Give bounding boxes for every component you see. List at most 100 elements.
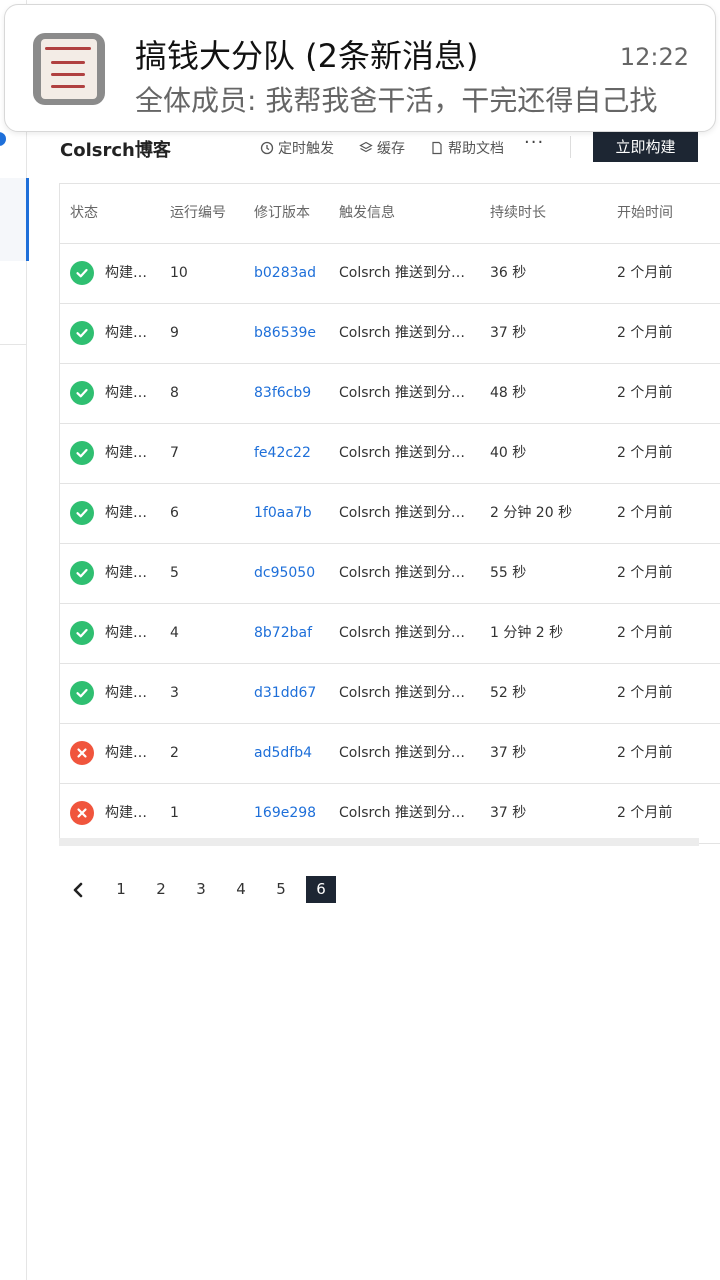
start-time: 2 个月前 <box>617 685 673 701</box>
status-text: 构建… <box>105 325 147 341</box>
notification-banner[interactable]: 搞钱大分队 (2条新消息) 全体成员: 我帮我爸干活，干完还得自己找 12:22 <box>4 4 716 132</box>
x-circle-icon <box>70 801 94 825</box>
project-toolbar: Colsrch博客 定时触发 缓存 帮助文档 ··· 立即构建 <box>60 130 700 164</box>
check-circle-icon <box>70 441 94 465</box>
run-number: 6 <box>170 505 179 521</box>
table-row[interactable]: 构建… 3 d31dd67 Colsrch 推送到分… 52 秒 2 个月前 <box>60 664 720 724</box>
page-6-button[interactable]: 6 <box>306 876 336 903</box>
layers-icon <box>359 141 373 153</box>
start-time: 2 个月前 <box>617 805 673 821</box>
duration: 52 秒 <box>490 685 527 701</box>
help-docs-label: 帮助文档 <box>448 141 504 157</box>
run-number: 5 <box>170 565 179 581</box>
start-time: 2 个月前 <box>617 445 673 461</box>
chevron-left-icon[interactable] <box>68 880 88 900</box>
more-options-icon[interactable]: ··· <box>524 132 544 153</box>
table-header-row: 状态 运行编号 修订版本 触发信息 持续时长 开始时间 <box>60 184 720 244</box>
run-number: 3 <box>170 685 179 701</box>
status-text: 构建… <box>105 745 147 761</box>
revision-link[interactable]: 83f6cb9 <box>254 364 334 423</box>
help-docs-button[interactable]: 帮助文档 <box>430 138 504 158</box>
start-time: 2 个月前 <box>617 745 673 761</box>
status-text: 构建… <box>105 565 147 581</box>
trigger-info: Colsrch 推送到分… <box>339 325 465 341</box>
page-5-button[interactable]: 5 <box>266 876 296 903</box>
run-number: 7 <box>170 445 179 461</box>
sidebar-indicator-dot <box>0 132 6 146</box>
duration: 2 分钟 20 秒 <box>490 505 573 521</box>
revision-link[interactable]: 8b72baf <box>254 604 334 663</box>
trigger-info: Colsrch 推送到分… <box>339 745 465 761</box>
start-time: 2 个月前 <box>617 505 673 521</box>
document-icon <box>432 141 442 155</box>
revision-link[interactable]: dc95050 <box>254 544 334 603</box>
check-circle-icon <box>70 261 94 285</box>
table-body: 构建… 10 b0283ad Colsrch 推送到分… 36 秒2 个月前 构建… 9 b8… <box>60 244 720 844</box>
table-row[interactable]: 构建… 10 b0283ad Colsrch 推送到分… 36 秒 2 个月前 <box>60 244 720 304</box>
duration: 37 秒 <box>490 325 527 341</box>
run-number: 4 <box>170 625 179 641</box>
table-row[interactable]: 构建… 6 1f0aa7b Colsrch 推送到分… 2 分钟 20 秒 2 个月前 <box>60 484 720 544</box>
revision-link[interactable]: d31dd67 <box>254 664 334 723</box>
clock-icon <box>260 141 274 155</box>
start-time: 2 个月前 <box>617 385 673 401</box>
table-row[interactable]: 构建… 8 83f6cb9 Colsrch 推送到分… 48 秒 2 个月前 <box>60 364 720 424</box>
cache-button[interactable]: 缓存 <box>359 138 405 158</box>
build-now-button[interactable]: 立即构建 <box>593 130 698 162</box>
header-duration[interactable]: 持续时长 <box>490 184 600 243</box>
page-1-button[interactable]: 1 <box>106 876 136 903</box>
status-text: 构建… <box>105 265 147 281</box>
header-trigger-info[interactable]: 触发信息 <box>339 184 479 243</box>
status-text: 构建… <box>105 625 147 641</box>
project-title: Colsrch博客 <box>60 140 171 161</box>
notification-body: 全体成员: 我帮我爸干活，干完还得自己找 <box>135 84 658 117</box>
schedule-trigger-button[interactable]: 定时触发 <box>260 138 334 158</box>
table-row[interactable]: 构建… 7 fe42c22 Colsrch 推送到分… 40 秒 2 个月前 <box>60 424 720 484</box>
group-avatar <box>33 33 105 105</box>
x-circle-icon <box>70 741 94 765</box>
check-circle-icon <box>70 561 94 585</box>
trigger-info: Colsrch 推送到分… <box>339 505 465 521</box>
table-row[interactable]: 构建… 5 dc95050 Colsrch 推送到分… 55 秒 2 个月前 <box>60 544 720 604</box>
header-status[interactable]: 状态 <box>70 184 160 243</box>
header-revision[interactable]: 修订版本 <box>254 184 334 243</box>
trigger-info: Colsrch 推送到分… <box>339 685 465 701</box>
duration: 55 秒 <box>490 565 527 581</box>
header-run-number[interactable]: 运行编号 <box>170 184 240 243</box>
horizontal-scrollbar[interactable] <box>59 838 699 846</box>
page-2-button[interactable]: 2 <box>146 876 176 903</box>
table-row[interactable]: 构建… 4 8b72baf Colsrch 推送到分… 1 分钟 2 秒 2 个月前 <box>60 604 720 664</box>
revision-link[interactable]: b86539e <box>254 304 334 363</box>
table-row[interactable]: 构建… 9 b86539e Colsrch 推送到分… 37 秒 2 个月前 <box>60 304 720 364</box>
table-row[interactable]: 构建… 1 169e298 Colsrch 推送到分… 37 秒 2 个月前 <box>60 784 720 844</box>
header-start-time[interactable]: 开始时间 <box>617 184 717 243</box>
notification-title: 搞钱大分队 (2条新消息) <box>135 37 479 75</box>
page-4-button[interactable]: 4 <box>226 876 256 903</box>
duration: 37 秒 <box>490 805 527 821</box>
revision-link[interactable]: b0283ad <box>254 244 334 303</box>
revision-link[interactable]: fe42c22 <box>254 424 334 483</box>
revision-link[interactable]: ad5dfb4 <box>254 724 334 783</box>
status-text: 构建… <box>105 445 147 461</box>
revision-link[interactable]: 1f0aa7b <box>254 484 334 543</box>
status-text: 构建… <box>105 805 147 821</box>
cache-label: 缓存 <box>377 141 405 157</box>
check-circle-icon <box>70 321 94 345</box>
duration: 36 秒 <box>490 265 527 281</box>
schedule-trigger-label: 定时触发 <box>278 141 334 157</box>
toolbar-divider <box>570 136 571 158</box>
run-number: 8 <box>170 385 179 401</box>
page-3-button[interactable]: 3 <box>186 876 216 903</box>
trigger-info: Colsrch 推送到分… <box>339 625 465 641</box>
sidebar-selected-item[interactable] <box>0 178 29 261</box>
start-time: 2 个月前 <box>617 265 673 281</box>
table-row[interactable]: 构建… 2 ad5dfb4 Colsrch 推送到分… 37 秒 2 个月前 <box>60 724 720 784</box>
run-number: 10 <box>170 265 188 281</box>
duration: 40 秒 <box>490 445 527 461</box>
duration: 37 秒 <box>490 745 527 761</box>
duration: 1 分钟 2 秒 <box>490 625 564 641</box>
run-number: 9 <box>170 325 179 341</box>
status-text: 构建… <box>105 685 147 701</box>
status-text: 构建… <box>105 505 147 521</box>
revision-link[interactable]: 169e298 <box>254 784 334 843</box>
